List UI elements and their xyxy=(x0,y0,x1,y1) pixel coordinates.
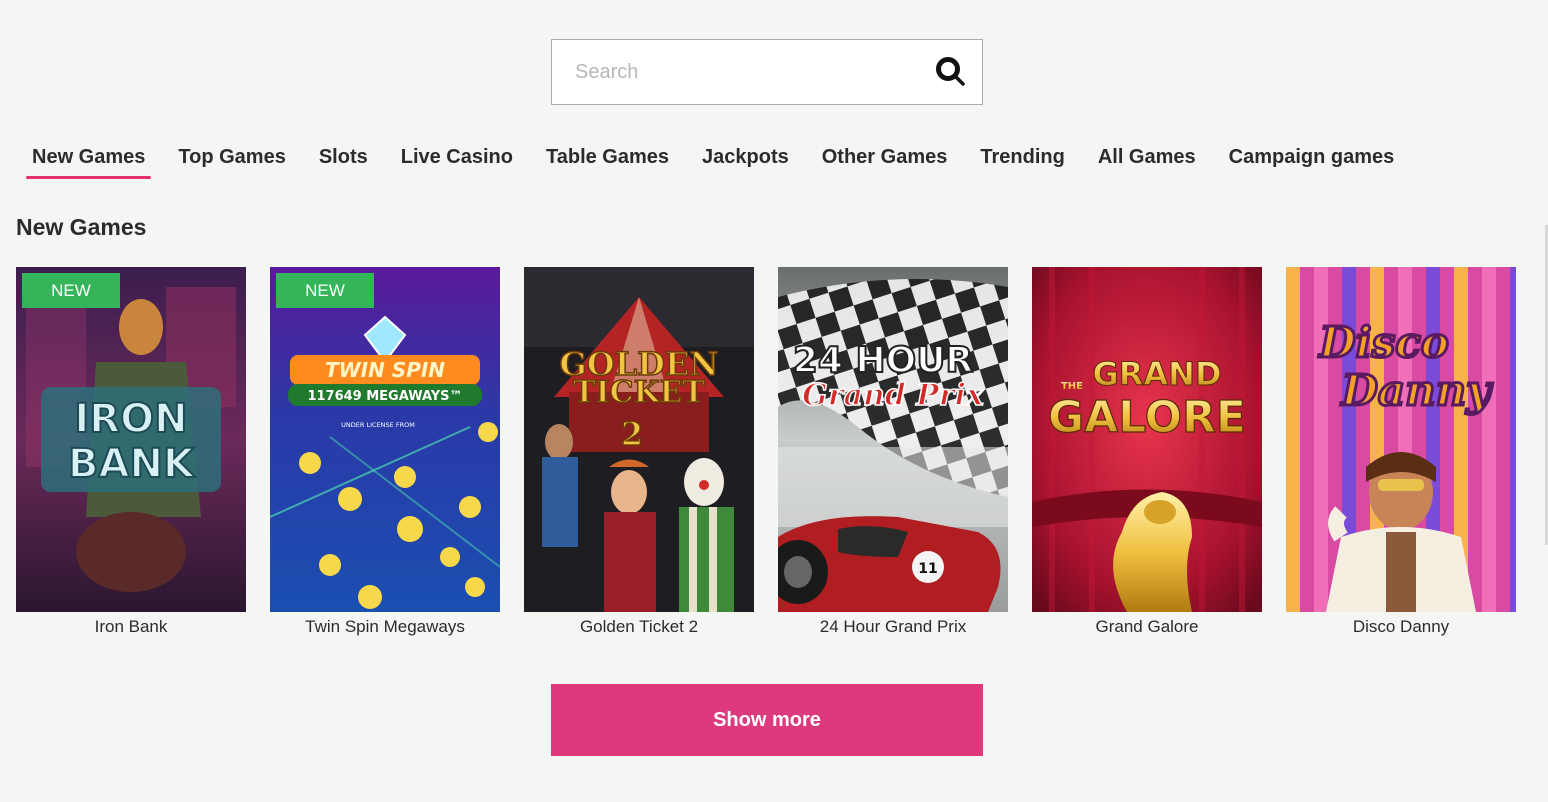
search-input[interactable] xyxy=(552,40,934,104)
tab-trending[interactable]: Trending xyxy=(964,140,1080,180)
tab-table-games[interactable]: Table Games xyxy=(530,140,685,180)
art-title-line: 117649 MEGAWAYS™ xyxy=(307,389,462,404)
game-thumbnail[interactable]: Disco Danny xyxy=(1286,267,1516,612)
new-badge: NEW xyxy=(22,273,120,308)
new-badge: NEW xyxy=(276,273,374,308)
game-name[interactable]: 24 Hour Grand Prix xyxy=(778,617,1008,637)
games-grid: IRON BANK NEW Iron Bank TWIN SPIN 117649… xyxy=(16,267,1516,637)
art-title-line: Disco xyxy=(1318,318,1449,367)
tab-slots[interactable]: Slots xyxy=(303,140,384,180)
art-title-line: THE xyxy=(1061,381,1083,392)
tab-campaign-games[interactable]: Campaign games xyxy=(1213,140,1411,180)
art-title-line: Danny xyxy=(1340,366,1493,415)
search-box xyxy=(551,39,983,105)
art-title-line: GRAND xyxy=(1092,355,1221,393)
game-thumbnail[interactable]: IRON BANK NEW xyxy=(16,267,246,612)
game-thumbnail[interactable]: GOLDEN TICKET 2 xyxy=(524,267,754,612)
art-title-line: BANK xyxy=(68,441,196,487)
art-title-line: IRON xyxy=(74,396,187,442)
game-card-iron-bank[interactable]: IRON BANK NEW Iron Bank xyxy=(16,267,246,637)
game-name[interactable]: Grand Galore xyxy=(1032,617,1262,637)
games-page: New Games Top Games Slots Live Casino Ta… xyxy=(0,0,1548,802)
tab-top-games[interactable]: Top Games xyxy=(162,140,301,180)
art-title-line: 2 xyxy=(621,415,643,453)
art-title-line: GALORE xyxy=(1048,392,1246,443)
art-title-line: UNDER LICENSE FROM xyxy=(341,421,415,429)
game-name[interactable]: Golden Ticket 2 xyxy=(524,617,754,637)
game-thumbnail[interactable]: THE GRAND GALORE xyxy=(1032,267,1262,612)
tab-jackpots[interactable]: Jackpots xyxy=(686,140,805,180)
tab-new-games[interactable]: New Games xyxy=(16,140,161,180)
game-card-golden-ticket-2[interactable]: GOLDEN TICKET 2 Golden Ticket 2 xyxy=(524,267,754,637)
category-tabs: New Games Top Games Slots Live Casino Ta… xyxy=(16,140,1411,180)
game-card-twin-spin-megaways[interactable]: TWIN SPIN 117649 MEGAWAYS™ UNDER LICENSE… xyxy=(270,267,500,637)
game-card-grand-galore[interactable]: THE GRAND GALORE Grand Galore xyxy=(1032,267,1262,637)
svg-text:11: 11 xyxy=(918,561,937,577)
search-icon[interactable] xyxy=(934,55,968,89)
art-title-line: TWIN SPIN xyxy=(325,358,445,382)
game-thumbnail[interactable]: TWIN SPIN 117649 MEGAWAYS™ UNDER LICENSE… xyxy=(270,267,500,612)
art-title-line: Grand Prix xyxy=(802,378,985,413)
art-title-line: TICKET xyxy=(573,375,705,410)
art-title-line: 24 HOUR xyxy=(793,340,973,381)
game-name[interactable]: Iron Bank xyxy=(16,617,246,637)
tab-live-casino[interactable]: Live Casino xyxy=(385,140,529,180)
section-title: New Games xyxy=(16,214,147,240)
game-card-24-hour-grand-prix[interactable]: 24 HOUR Grand Prix 11 24 Hour Grand Prix xyxy=(778,267,1008,637)
game-thumbnail[interactable]: 24 HOUR Grand Prix 11 xyxy=(778,267,1008,612)
show-more-button[interactable]: Show more xyxy=(551,684,983,756)
game-card-disco-danny[interactable]: Disco Danny Disco Danny xyxy=(1286,267,1516,637)
game-name[interactable]: Disco Danny xyxy=(1286,617,1516,637)
tab-all-games[interactable]: All Games xyxy=(1082,140,1212,180)
tab-other-games[interactable]: Other Games xyxy=(806,140,964,180)
game-name[interactable]: Twin Spin Megaways xyxy=(270,617,500,637)
